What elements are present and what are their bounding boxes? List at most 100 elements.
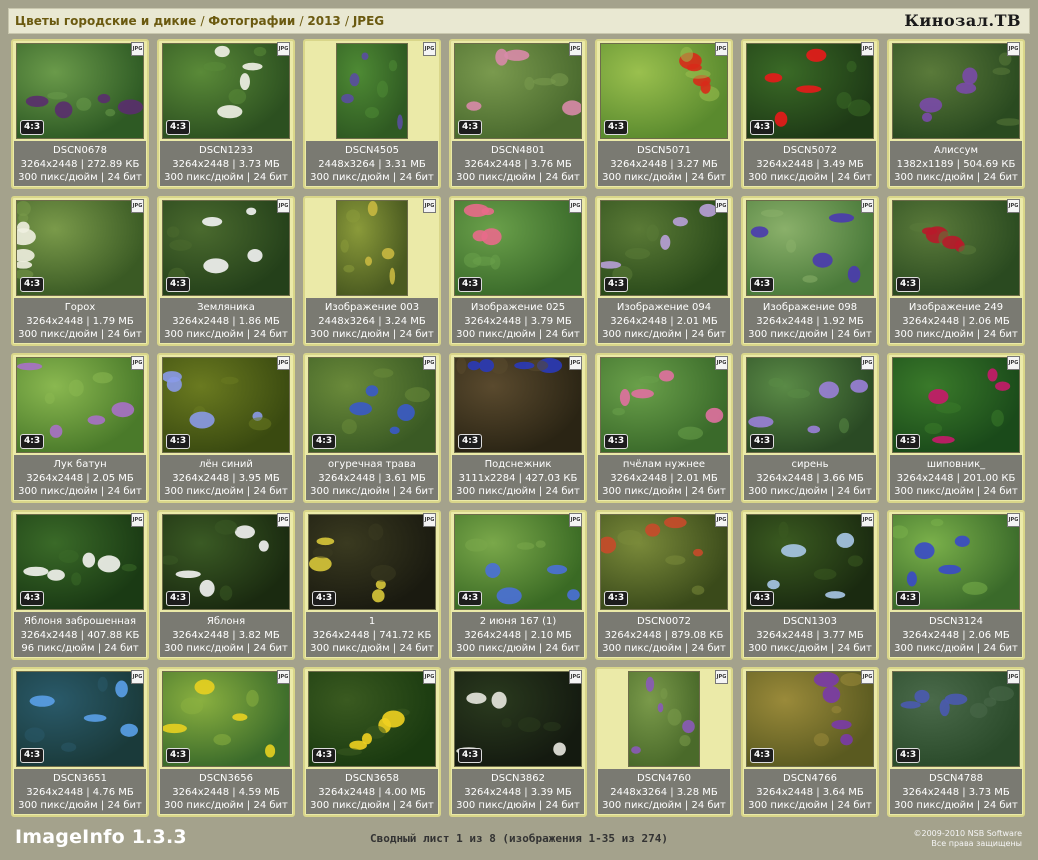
thumbnail-tile[interactable]: 4:3 JPG пчёлам нужнее 3264x2448 | 2.01 МБ 30… [595, 353, 733, 503]
thumbnail-image[interactable]: 4:3 [746, 200, 874, 296]
thumbnail-blob [105, 108, 116, 117]
thumbnail-tile[interactable]: 4:3 JPG Яблоня заброшенная 3264x2448 | 407.… [11, 510, 149, 660]
thumbnail-tile[interactable]: 4:3 JPG Яблоня 3264x2448 | 3.82 МБ 300 пикс/… [157, 510, 295, 660]
aspect-ratio-badge: 4:3 [750, 120, 775, 135]
thumbnail-blob [68, 379, 84, 397]
thumbnail-image[interactable]: 4:3 [454, 200, 582, 296]
thumbnail-image[interactable]: 4:3 [746, 357, 874, 453]
thumbnail-blob [349, 73, 360, 87]
thumbnail-image[interactable]: 4:3 [892, 357, 1020, 453]
aspect-ratio-badge: 4:3 [312, 434, 337, 449]
thumbnail-tile[interactable]: JPG DSCN4760 2448x3264 | 3.28 МБ 300 пикс/д… [595, 667, 733, 817]
thumbnail-image[interactable]: 4:3 [600, 514, 728, 610]
thumbnail-image[interactable]: 4:3 [16, 671, 144, 767]
thumbnail-image[interactable]: 4:3 [162, 357, 290, 453]
thumbnail-image[interactable]: 4:3 [454, 671, 582, 767]
jpg-file-icon: JPG [277, 670, 290, 684]
file-resolution-depth: 300 пикс/дюйм | 24 бит [310, 329, 434, 340]
thumbnail-tile[interactable]: 4:3 JPG Изображение 094 3264x2448 | 2.01 МБ… [595, 196, 733, 346]
thumbnail-image[interactable]: 4:3 [892, 200, 1020, 296]
thumbnail-blob [840, 734, 853, 746]
thumbnail-image[interactable]: 4:3 [16, 200, 144, 296]
thumbnail-tile[interactable]: 4:3 JPG шиповник_ 3264x2448 | 201.00 КБ 300 … [887, 353, 1025, 503]
thumbnail-image[interactable]: 4:3 [746, 671, 874, 767]
thumbnail-tile[interactable]: 4:3 JPG DSCN3656 3264x2448 | 4.59 МБ 300 пик… [157, 667, 295, 817]
thumbnail-image[interactable]: 4:3 [454, 357, 582, 453]
file-name: DSCN3862 [491, 773, 545, 784]
thumbnail-image[interactable]: 4:3 [454, 514, 582, 610]
thumbnail-image[interactable]: 4:3 [600, 200, 728, 296]
thumbnail-blob [220, 376, 239, 385]
thumbnail-image[interactable]: 4:3 [16, 43, 144, 139]
thumbnail-tile[interactable]: 4:3 JPG Изображение 025 3264x2448 | 3.79 МБ… [449, 196, 587, 346]
thumbnail-tile[interactable]: 4:3 JPG DSCN0072 3264x2448 | 879.08 КБ 300 п… [595, 510, 733, 660]
thumbnail-blob [219, 585, 233, 601]
thumbnail-tile[interactable]: 4:3 JPG сирень 3264x2448 | 3.66 МБ 300 пикс/… [741, 353, 879, 503]
aspect-ratio-badge: 4:3 [458, 748, 483, 763]
thumbnail-blob [248, 417, 272, 431]
thumbnail-blob [553, 742, 566, 756]
thumbnail-tile[interactable]: 4:3 JPG Изображение 098 3264x2448 | 1.92 МБ… [741, 196, 879, 346]
thumbnail-tile[interactable]: 4:3 JPG DSCN1303 3264x2448 | 3.77 МБ 300 пик… [741, 510, 879, 660]
thumbnail-blob [767, 579, 780, 590]
breadcrumb-item-photos[interactable]: Фотографии [208, 14, 295, 28]
thumbnail-image[interactable] [892, 43, 1020, 139]
thumbnail-tile[interactable]: 4:3 JPG DSCN4801 3264x2448 | 3.76 МБ 300 пик… [449, 39, 587, 189]
thumbnail-image[interactable]: 4:3 [162, 514, 290, 610]
thumbnail-image[interactable]: 4:3 [162, 43, 290, 139]
thumbnail-tile[interactable]: JPG Изображение 003 2448x3264 | 3.24 МБ 300… [303, 196, 441, 346]
aspect-ratio-badge: 4:3 [166, 748, 191, 763]
thumbnail-blob [485, 562, 501, 578]
thumbnail-image[interactable]: 4:3 [600, 357, 728, 453]
thumbnail-image[interactable]: 4:3 [892, 514, 1020, 610]
thumbnail-tile[interactable]: 4:3 JPG DSCN5071 3264x2448 | 3.27 МБ 300 пик… [595, 39, 733, 189]
thumbnail-tile[interactable]: 4:3 JPG DSCN3651 3264x2448 | 4.76 МБ 300 пик… [11, 667, 149, 817]
breadcrumb-item-format[interactable]: JPEG [353, 14, 384, 28]
thumbnail-image[interactable]: 4:3 [308, 357, 436, 453]
thumbnail-image[interactable]: 4:3 [16, 357, 144, 453]
thumbnail-image[interactable]: 4:3 [16, 514, 144, 610]
file-dimensions-size: 3264x2448 | 3.76 МБ [464, 158, 572, 170]
thumbnail-image[interactable] [336, 200, 408, 296]
file-dimensions-size: 3264x2448 | 2.06 МБ [902, 629, 1010, 641]
thumbnail-image[interactable]: 4:3 [600, 43, 728, 139]
thumbnail-blob [203, 61, 226, 72]
thumbnail-tile[interactable]: 4:3 JPG Изображение 249 3264x2448 | 2.06 МБ… [887, 196, 1025, 346]
thumbnail-blob [203, 258, 229, 274]
thumbnail-tile[interactable]: 4:3 JPG DSCN4766 3264x2448 | 3.64 МБ 300 пик… [741, 667, 879, 817]
thumbnail-tile[interactable]: 4:3 JPG DSCN3862 3264x2448 | 3.39 МБ 300 пик… [449, 667, 587, 817]
thumbnail-tile[interactable]: 4:3 JPG огуречная трава 3264x2448 | 3.61 МБ… [303, 353, 441, 503]
thumbnail-tile[interactable]: 4:3 JPG 2 июня 167 (1) 3264x2448 | 2.10 МБ 3… [449, 510, 587, 660]
thumbnail-blob [685, 69, 711, 79]
jpg-file-icon: JPG [1007, 199, 1020, 213]
thumbnail-image[interactable]: 4:3 [162, 200, 290, 296]
thumbnail-image[interactable]: 4:3 [454, 43, 582, 139]
thumbnail-tile[interactable]: 4:3 JPG Горох 3264x2448 | 1.79 МБ 300 пикс/д… [11, 196, 149, 346]
thumbnail-image[interactable] [628, 671, 700, 767]
thumbnail-tile[interactable]: 4:3 JPG DSCN4788 3264x2448 | 3.73 МБ 300 пик… [887, 667, 1025, 817]
thumbnail-tile[interactable]: 4:3 JPG 1 3264x2448 | 741.72 КБ 300 пикс/дюй… [303, 510, 441, 660]
thumbnail-image[interactable] [336, 43, 408, 139]
breadcrumb-item-year[interactable]: 2013 [307, 14, 340, 28]
thumbnail-tile[interactable]: 4:3 JPG DSCN3124 3264x2448 | 2.06 МБ 300 пик… [887, 510, 1025, 660]
thumbnail-tile[interactable]: JPG DSCN4505 2448x3264 | 3.31 МБ 300 пикс/д… [303, 39, 441, 189]
thumbnail-tile[interactable]: 4:3 JPG DSCN1233 3264x2448 | 3.73 МБ 300 пик… [157, 39, 295, 189]
thumbnail-image[interactable]: 4:3 [308, 671, 436, 767]
thumbnail-image[interactable]: 4:3 [746, 43, 874, 139]
thumbnail-image[interactable]: 4:3 [746, 514, 874, 610]
file-name: Земляника [197, 302, 255, 313]
thumbnail-tile[interactable]: JPG Алиссум 1382x1189 | 504.69 КБ 300 пикс/… [887, 39, 1025, 189]
thumbnail-tile[interactable]: 4:3 JPG Лук батун 3264x2448 | 2.05 МБ 300 пи… [11, 353, 149, 503]
thumbnail-tile[interactable]: 4:3 JPG Земляника 3264x2448 | 1.86 МБ 300 пи… [157, 196, 295, 346]
thumbnail-info: огуречная трава 3264x2448 | 3.61 МБ 300 пи… [306, 455, 438, 500]
thumbnail-image[interactable]: 4:3 [308, 514, 436, 610]
thumbnail-tile[interactable]: 4:3 JPG Подснежник 3111x2284 | 427.03 КБ 300… [449, 353, 587, 503]
thumbnail-image[interactable]: 4:3 [162, 671, 290, 767]
thumbnail-blob [376, 80, 389, 98]
thumbnail-tile[interactable]: 4:3 JPG DSCN5072 3264x2448 | 3.49 МБ 300 пик… [741, 39, 879, 189]
thumbnail-tile[interactable]: 4:3 JPG DSCN3658 3264x2448 | 4.00 МБ 300 пик… [303, 667, 441, 817]
thumbnail-tile[interactable]: 4:3 JPG лён синий 3264x2448 | 3.95 МБ 300 пи… [157, 353, 295, 503]
breadcrumb-item-folder[interactable]: Цветы городские и дикие [15, 14, 196, 28]
thumbnail-image[interactable]: 4:3 [892, 671, 1020, 767]
thumbnail-tile[interactable]: 4:3 JPG DSCN0678 3264x2448 | 272.89 КБ 300 п… [11, 39, 149, 189]
